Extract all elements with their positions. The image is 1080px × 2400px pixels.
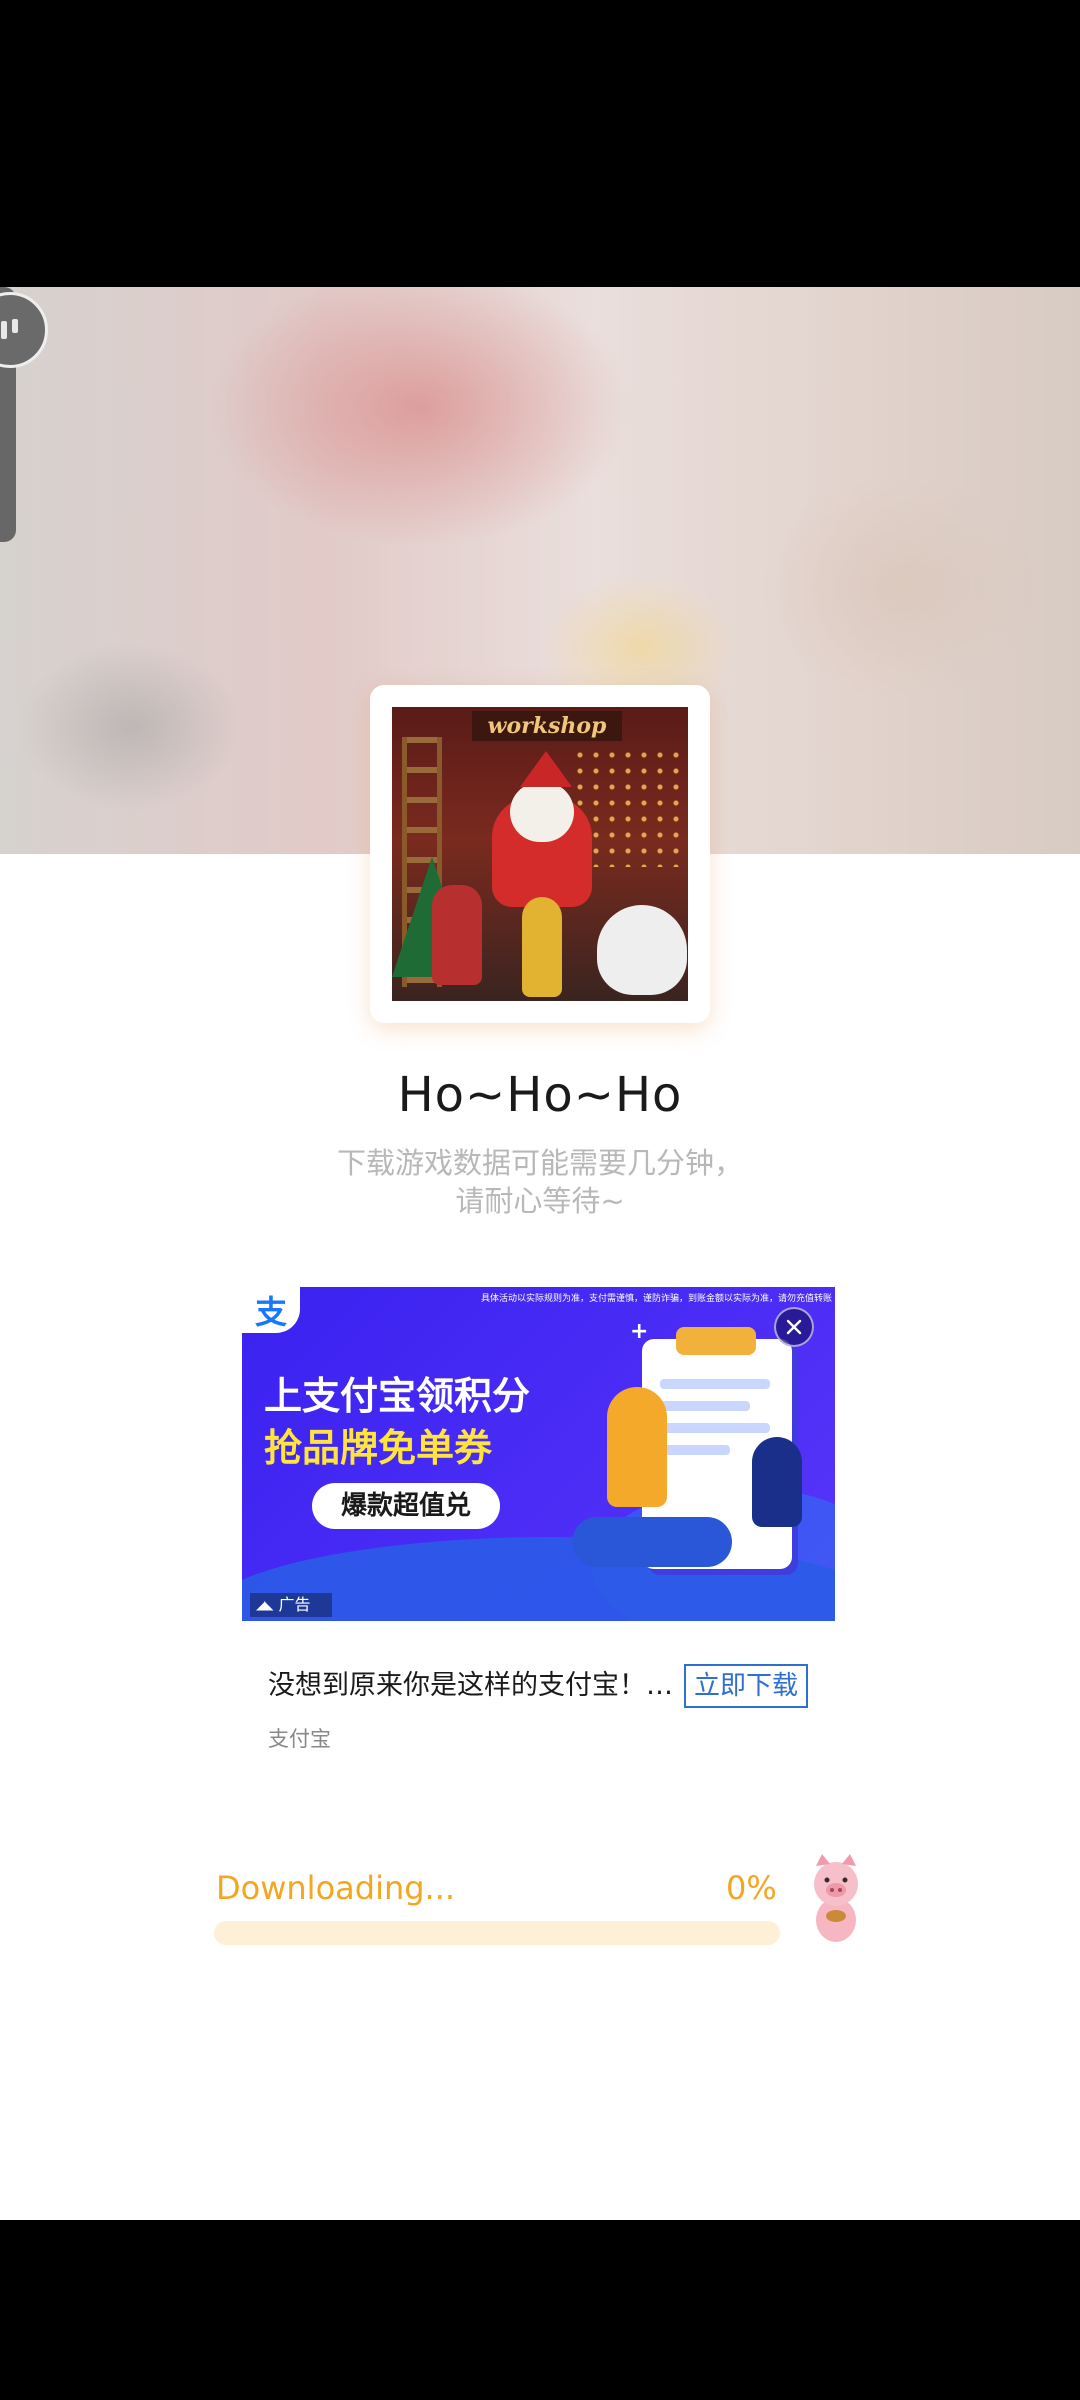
download-status-label: Downloading...: [216, 1869, 456, 1907]
loading-hint: 下载游戏数据可能需要几分钟， 请耐心等待~: [0, 1144, 1080, 1220]
ad-brand-name: 支付宝: [268, 1727, 331, 1751]
ad-fine-print: 具体活动以实际规则为准，支付需谨慎，谨防诈骗，到账金额以实际为准，请勿充值转账: [480, 1294, 832, 1304]
ad-headline-1: 上支付宝领积分: [264, 1374, 531, 1418]
pig-mascot-icon: [814, 1854, 858, 1942]
person-illustration: [572, 1517, 732, 1567]
ad-headline-2: 抢品牌免单券: [264, 1426, 493, 1470]
game-icon-card: workshop: [370, 685, 710, 1023]
status-bar: [0, 0, 1080, 287]
pause-icon: [1, 319, 18, 339]
alipay-logo-icon: 支: [242, 1287, 300, 1333]
navigation-bar: [0, 2220, 1080, 2400]
workshop-sign: workshop: [472, 711, 622, 741]
loading-hint-line2: 请耐心等待~: [455, 1184, 625, 1218]
game-icon-image: workshop: [392, 707, 688, 1001]
loading-hint-line1: 下载游戏数据可能需要几分钟，: [336, 1146, 743, 1180]
download-percent: 0%: [726, 1869, 777, 1907]
ad-download-button[interactable]: 立即下载: [684, 1664, 808, 1708]
close-icon: [786, 1319, 802, 1335]
person-illustration: [607, 1387, 667, 1507]
loading-screen: workshop Ho~Ho~Ho 下载游戏数据可能需要几分钟， 请耐心等待~ …: [0, 287, 1080, 2220]
game-title: Ho~Ho~Ho: [397, 1067, 683, 1123]
ad-banner[interactable]: 支 具体活动以实际规则为准，支付需谨慎，谨防诈骗，到账金额以实际为准，请勿充值转…: [242, 1287, 835, 1621]
download-progress-bar: [214, 1921, 780, 1945]
ad-close-button[interactable]: [774, 1307, 814, 1347]
ad-caption[interactable]: 没想到原来你是这样的支付宝！…: [268, 1663, 673, 1702]
ad-tag: ◢◣ 广告: [250, 1593, 332, 1617]
person-illustration: [752, 1437, 802, 1527]
plus-decoration-icon: +: [630, 1319, 649, 1344]
ad-tag-label: 广告: [278, 1595, 311, 1614]
ad-pill-button[interactable]: 爆款超值兑: [312, 1483, 500, 1529]
ad-mark-icon: ◢◣: [256, 1598, 273, 1612]
